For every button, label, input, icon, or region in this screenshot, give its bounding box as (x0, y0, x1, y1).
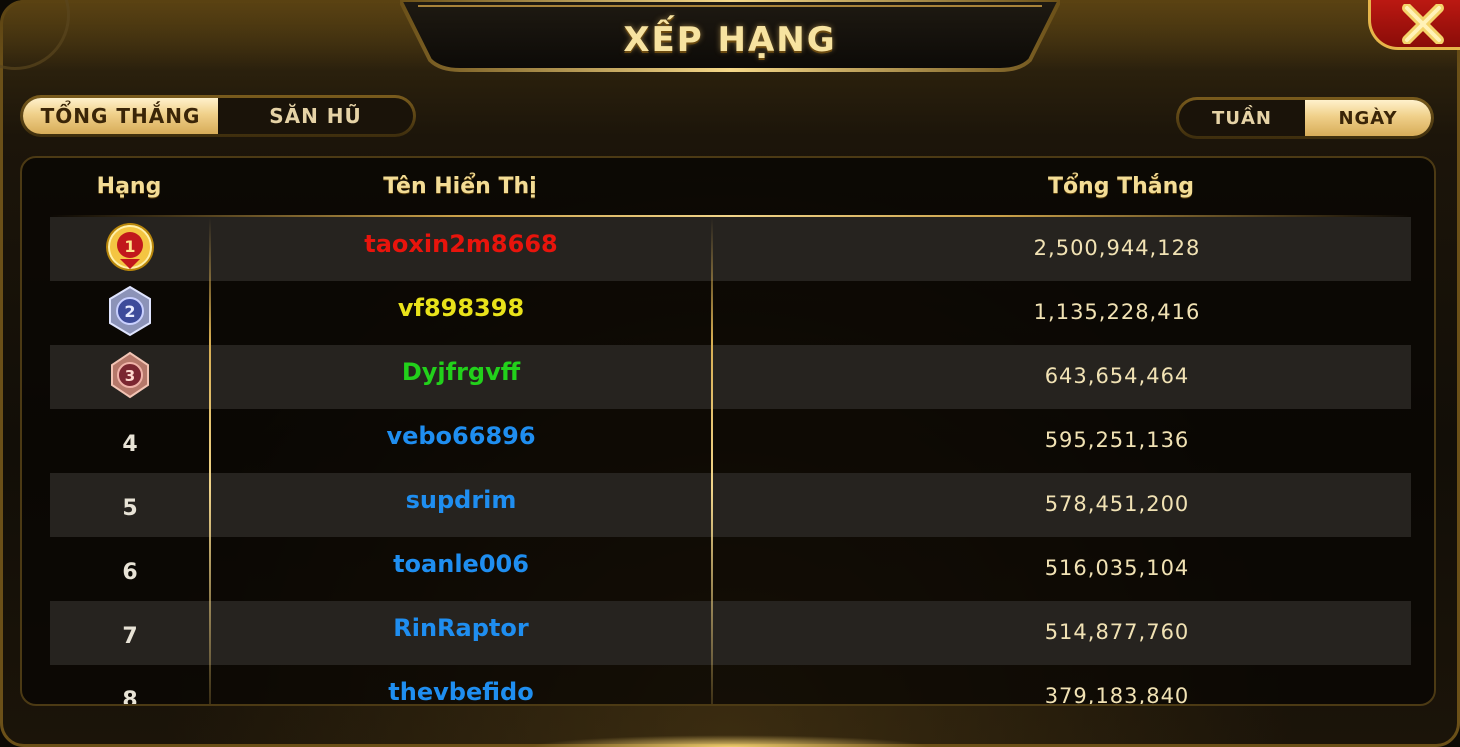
table-row[interactable]: 2 vf898398 1,135,228,416 (50, 281, 1411, 345)
close-button[interactable] (1368, 0, 1460, 50)
svg-text:3: 3 (125, 367, 135, 385)
player-name: vebo66896 (386, 422, 536, 450)
player-name: Dyjfrgvff (401, 358, 521, 386)
title-banner: XẾP HẠNG (400, 0, 1060, 72)
page-title: XẾP HẠNG (623, 20, 837, 60)
player-name: RinRaptor (393, 614, 529, 642)
close-icon (1402, 4, 1444, 44)
table-row[interactable]: 3 Dyjfrgvff 643,654,464 (50, 345, 1411, 409)
total-win: 2,500,944,128 (1033, 236, 1201, 260)
rank-number: 6 (122, 559, 138, 585)
table-row[interactable]: 7 RinRaptor 514,877,760 (50, 601, 1411, 665)
rank-number: 5 (122, 495, 138, 521)
header-name: Tên Hiển Thị (383, 174, 537, 199)
total-win: 379,183,840 (1044, 684, 1190, 706)
player-name: supdrim (405, 486, 517, 514)
tab-san-hu[interactable]: SĂN HŨ (218, 98, 413, 134)
rank-number: 4 (122, 431, 138, 457)
silver-medal-icon: 2 (109, 285, 151, 337)
tab-tuan[interactable]: TUẦN (1179, 100, 1305, 136)
table-row[interactable]: 4 vebo66896 595,251,136 (50, 409, 1411, 473)
svg-text:1: 1 (124, 237, 135, 256)
player-name: thevbefido (388, 678, 534, 706)
total-win: 514,877,760 (1044, 620, 1190, 644)
rank-number: 7 (122, 623, 138, 649)
table-row[interactable]: 8 thevbefido 379,183,840 (50, 665, 1411, 706)
table-row[interactable]: 1 taoxin2m8668 2,500,944,128 (50, 217, 1411, 281)
rank-number: 8 (122, 687, 138, 706)
total-win: 643,654,464 (1044, 364, 1190, 388)
player-name: toanle006 (393, 550, 529, 578)
total-win: 516,035,104 (1044, 556, 1190, 580)
total-win: 578,451,200 (1044, 492, 1190, 516)
player-name: vf898398 (397, 294, 525, 322)
table-row[interactable]: 5 supdrim 578,451,200 (50, 473, 1411, 537)
total-win: 595,251,136 (1044, 428, 1190, 452)
column-divider (711, 218, 713, 704)
tab-ngay[interactable]: NGÀY (1305, 100, 1431, 136)
table-header: Hạng Tên Hiển Thị Tổng Thắng (22, 158, 1434, 216)
bottom-glow (530, 735, 930, 747)
category-tabs: TỔNG THẮNG SĂN HŨ (20, 95, 416, 137)
table-body: 1 taoxin2m8668 2,500,944,128 2 vf898398 … (50, 217, 1411, 706)
bronze-medal-icon: 3 (111, 351, 149, 399)
svg-text:2: 2 (124, 302, 135, 321)
tab-tong-thang[interactable]: TỔNG THẮNG (23, 98, 218, 134)
column-divider (209, 218, 211, 704)
leaderboard-table: Hạng Tên Hiển Thị Tổng Thắng 1 taoxin2m8… (20, 156, 1436, 706)
header-total: Tổng Thắng (1047, 174, 1195, 199)
table-row[interactable]: 6 toanle006 516,035,104 (50, 537, 1411, 601)
header-rank: Hạng (96, 174, 162, 199)
total-win: 1,135,228,416 (1033, 300, 1201, 324)
period-tabs: TUẦN NGÀY (1176, 97, 1434, 139)
gold-medal-icon: 1 (106, 223, 154, 271)
player-name: taoxin2m8668 (364, 230, 558, 258)
